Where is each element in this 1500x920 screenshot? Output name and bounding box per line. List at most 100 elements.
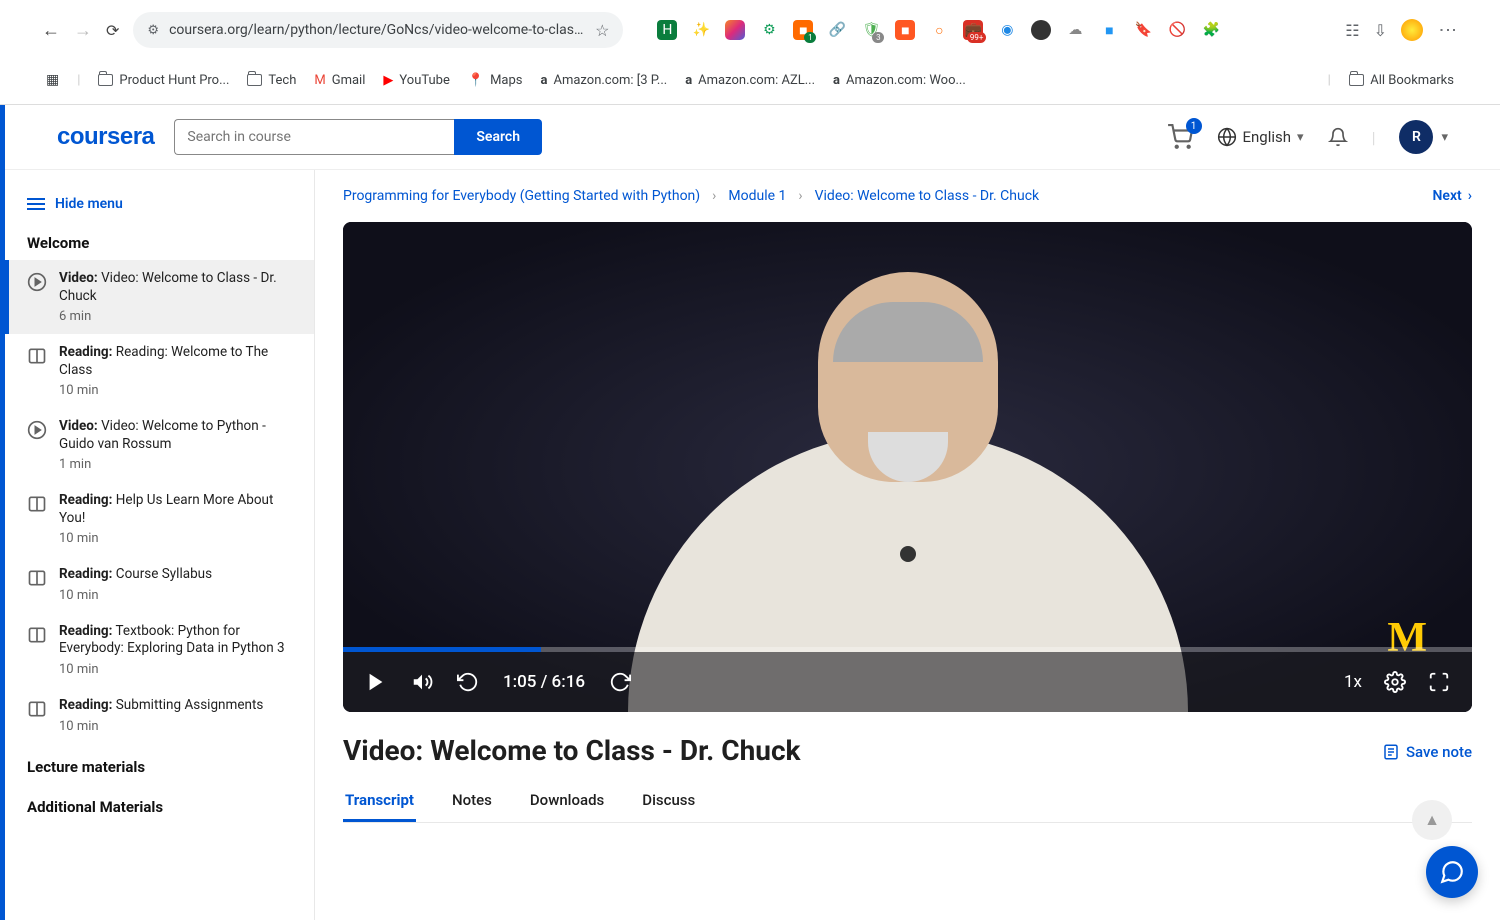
sidebar-item[interactable]: Video: Video: Welcome to Class - Dr. Chu… — [5, 260, 314, 334]
folder-icon — [1349, 74, 1364, 86]
extension-icon[interactable]: 🛡3 — [861, 20, 881, 40]
item-title: Reading: Course Syllabus — [59, 566, 292, 584]
sidebar-item[interactable]: Video: Video: Welcome to Python - Guido … — [5, 408, 314, 482]
tab-transcript[interactable]: Transcript — [343, 781, 416, 822]
extension-icon[interactable]: ■ — [1099, 20, 1119, 40]
extension-icon[interactable]: ■1 — [793, 20, 813, 40]
extension-icon[interactable] — [725, 20, 745, 40]
site-settings-icon[interactable]: ⚙ — [147, 23, 159, 38]
extension-icon[interactable]: ◉ — [997, 20, 1017, 40]
breadcrumb-link[interactable]: Module 1 — [728, 188, 786, 204]
globe-icon — [1217, 127, 1237, 147]
chevron-down-icon: ▾ — [1297, 130, 1304, 145]
kebab-menu-icon[interactable]: ⋮ — [1437, 21, 1458, 39]
browser-menu-right: ☷ ⇩ ⋮ — [1345, 19, 1458, 41]
extension-icon[interactable]: 🔖 — [1133, 20, 1153, 40]
cart-button[interactable]: 1 — [1167, 124, 1193, 150]
extension-puzzle-icon[interactable]: 🧩 — [1201, 20, 1221, 40]
chat-button[interactable] — [1426, 846, 1478, 898]
app-window: coursera Search 1 English ▾ | R ▾ — [0, 105, 1500, 920]
scroll-top-button[interactable]: ▲ — [1412, 800, 1452, 840]
extension-icon[interactable]: 🔗 — [827, 20, 847, 40]
item-duration: 10 min — [59, 383, 292, 398]
video-player[interactable]: M 1:05 / 6:16 1x — [343, 222, 1472, 712]
content-area: Hide menu Welcome Video: Video: Welcome … — [5, 170, 1500, 920]
chevron-right-icon: › — [798, 188, 802, 204]
bookmark-item[interactable]: 📍Maps — [468, 73, 523, 88]
extension-icon[interactable] — [1031, 20, 1051, 40]
tab-notes[interactable]: Notes — [450, 781, 494, 822]
breadcrumb: Programming for Everybody (Getting Start… — [343, 188, 1472, 204]
item-duration: 1 min — [59, 457, 292, 472]
folder-icon — [247, 74, 262, 86]
tab-downloads[interactable]: Downloads — [528, 781, 606, 822]
breadcrumb-current[interactable]: Video: Welcome to Class - Dr. Chuck — [815, 188, 1040, 204]
reading-icon — [27, 625, 47, 645]
bookmark-star-icon[interactable]: ☆ — [595, 21, 609, 40]
bookmark-item[interactable]: aAmazon.com: AZL... — [685, 73, 815, 88]
playlist-icon[interactable]: ☷ — [1345, 21, 1359, 40]
breadcrumb-link[interactable]: Programming for Everybody (Getting Start… — [343, 188, 700, 204]
item-title: Reading: Help Us Learn More About You! — [59, 492, 292, 527]
sidebar-item[interactable]: Reading: Course Syllabus 10 min — [5, 556, 314, 613]
sidebar-item[interactable]: Reading: Submitting Assignments 10 min — [5, 687, 314, 744]
settings-button[interactable] — [1384, 671, 1406, 693]
extension-icon[interactable]: ○ — [929, 20, 949, 40]
menu-icon — [27, 197, 45, 211]
forward-button[interactable]: → — [74, 20, 92, 41]
section-title[interactable]: Lecture materials — [5, 744, 314, 784]
folder-icon — [98, 74, 113, 86]
bookmark-item[interactable]: Tech — [247, 73, 296, 88]
item-duration: 6 min — [59, 309, 292, 324]
sidebar: Hide menu Welcome Video: Video: Welcome … — [5, 170, 315, 920]
sidebar-item[interactable]: Reading: Help Us Learn More About You!10… — [5, 482, 314, 556]
url-bar[interactable]: ⚙ coursera.org/learn/python/lecture/GoNc… — [133, 12, 623, 48]
user-menu[interactable]: R ▾ — [1399, 120, 1448, 154]
extension-icon[interactable]: H — [657, 20, 677, 40]
back-button[interactable]: ← — [42, 20, 60, 41]
search-button[interactable]: Search — [454, 119, 542, 155]
note-icon — [1382, 743, 1400, 761]
item-duration: 10 min — [59, 588, 292, 603]
extension-icon[interactable]: ■ — [895, 20, 915, 40]
bookmark-item[interactable]: aAmazon.com: [3 P... — [541, 73, 668, 88]
play-button[interactable] — [365, 671, 387, 693]
extension-icon[interactable]: 💼99+ — [963, 20, 983, 40]
extension-icon[interactable]: ☁ — [1065, 20, 1085, 40]
amazon-icon: a — [685, 73, 692, 88]
reading-icon — [27, 494, 47, 514]
forward-10-button[interactable] — [609, 671, 631, 693]
search-input[interactable] — [174, 119, 454, 155]
amazon-icon: a — [541, 73, 548, 88]
next-button[interactable]: Next› — [1433, 188, 1472, 204]
extension-icon[interactable]: ✨ — [691, 20, 711, 40]
chevron-right-icon: › — [1468, 188, 1472, 204]
playback-speed[interactable]: 1x — [1344, 672, 1362, 692]
tab-discuss[interactable]: Discuss — [640, 781, 697, 822]
amazon-icon: a — [833, 73, 840, 88]
section-title[interactable]: Additional Materials — [5, 784, 314, 824]
bookmark-item[interactable]: Product Hunt Pro... — [98, 73, 229, 88]
item-duration: 10 min — [59, 719, 292, 734]
bookmark-item[interactable]: MGmail — [314, 73, 365, 88]
coursera-logo[interactable]: coursera — [57, 123, 154, 151]
apps-icon[interactable]: ▦ — [46, 72, 59, 88]
extension-icon[interactable]: ⚙ — [759, 20, 779, 40]
bookmark-item[interactable]: aAmazon.com: Woo... — [833, 73, 966, 88]
downloads-icon[interactable]: ⇩ — [1374, 21, 1387, 40]
all-bookmarks[interactable]: | All Bookmarks — [1328, 73, 1454, 88]
sidebar-item[interactable]: Reading: Textbook: Python for Everybody:… — [5, 613, 314, 687]
volume-button[interactable] — [411, 671, 433, 693]
save-note-button[interactable]: Save note — [1382, 743, 1472, 761]
hide-menu-button[interactable]: Hide menu — [5, 188, 314, 220]
profile-avatar[interactable] — [1401, 19, 1423, 41]
fullscreen-button[interactable] — [1428, 671, 1450, 693]
notifications-button[interactable] — [1328, 127, 1348, 147]
rewind-10-button[interactable] — [457, 671, 479, 693]
language-selector[interactable]: English ▾ — [1217, 127, 1304, 147]
bookmark-item[interactable]: ▶YouTube — [383, 73, 450, 88]
extension-icon[interactable]: 🚫 — [1167, 20, 1187, 40]
reload-button[interactable]: ⟳ — [106, 21, 119, 40]
item-title: Reading: Submitting Assignments — [59, 697, 292, 715]
sidebar-item[interactable]: Reading: Reading: Welcome to The Class10… — [5, 334, 314, 408]
